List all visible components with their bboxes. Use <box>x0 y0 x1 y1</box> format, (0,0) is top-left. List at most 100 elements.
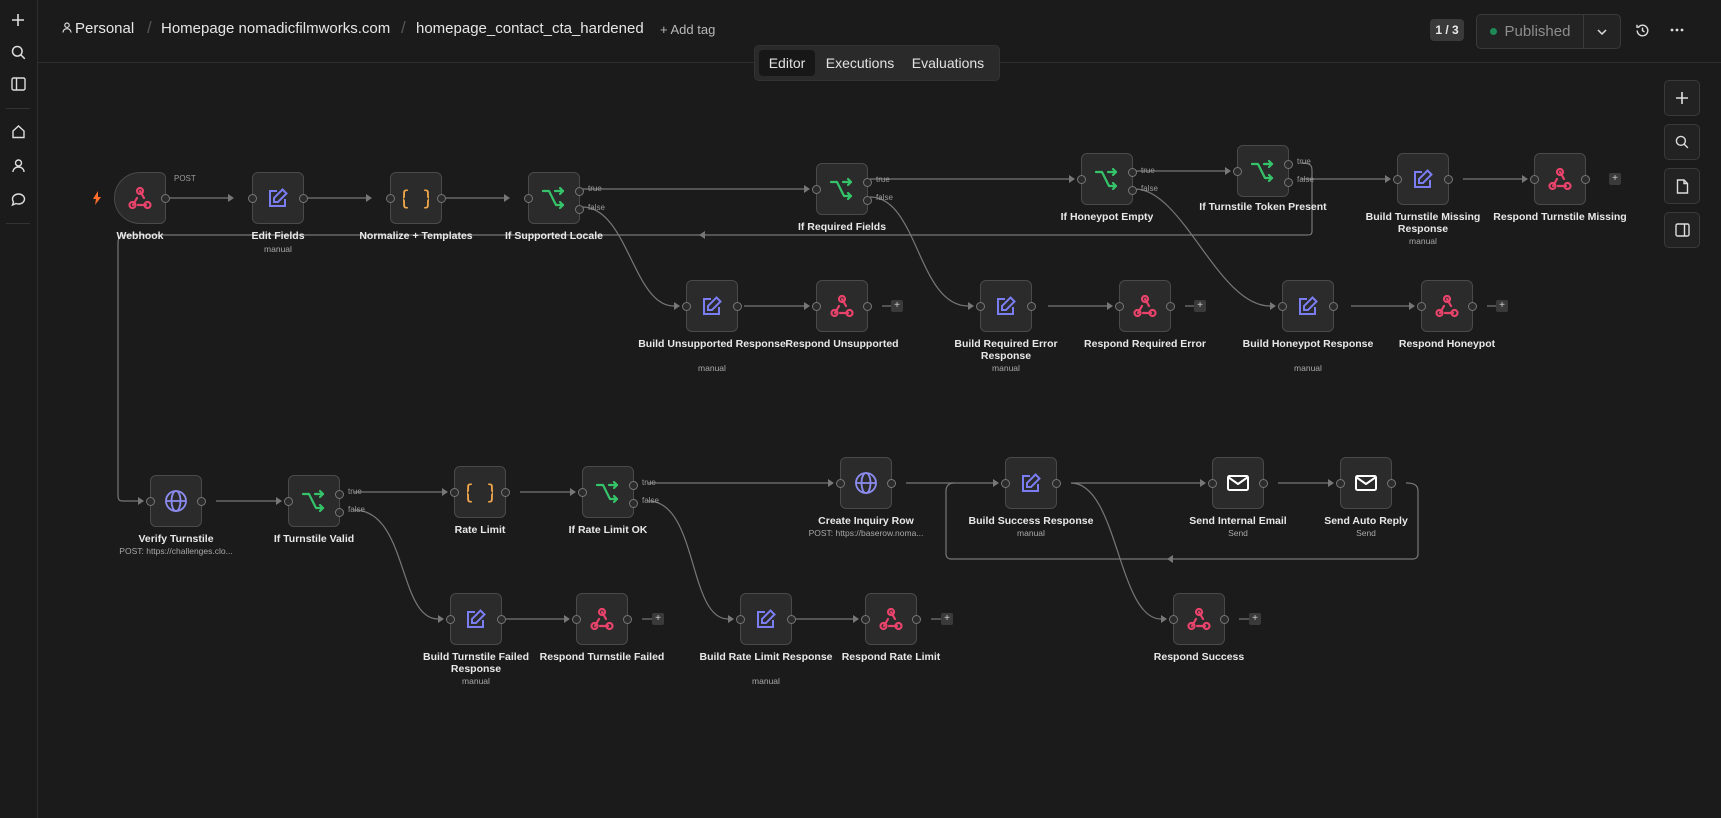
input-port[interactable] <box>976 301 985 311</box>
input-port[interactable] <box>1077 174 1086 184</box>
chat-icon[interactable] <box>7 188 29 210</box>
add-next-node-button[interactable]: + <box>1249 613 1261 625</box>
input-port[interactable] <box>524 193 533 203</box>
input-port[interactable] <box>446 614 455 624</box>
input-port[interactable] <box>812 184 821 194</box>
true-output-port[interactable] <box>629 480 638 490</box>
workflow-canvas[interactable]: POST Webhook Edit Fields manual { } Norm… <box>38 63 1721 818</box>
true-output-port[interactable] <box>335 489 344 499</box>
input-port[interactable] <box>1001 478 1010 488</box>
node-respond-unsupported[interactable] <box>812 280 872 332</box>
node-build-required-error-response[interactable] <box>976 280 1036 332</box>
node-send-internal-email[interactable] <box>1208 457 1268 509</box>
node-if-honeypot-empty[interactable] <box>1077 153 1137 205</box>
output-port[interactable] <box>1052 478 1061 488</box>
node-build-turnstile-missing-response[interactable] <box>1393 153 1453 205</box>
output-port[interactable] <box>299 193 308 203</box>
output-port[interactable] <box>497 614 506 624</box>
output-port[interactable] <box>1027 301 1036 311</box>
input-port[interactable] <box>146 496 155 506</box>
home-icon[interactable] <box>7 120 29 142</box>
true-output-port[interactable] <box>863 177 872 187</box>
input-port[interactable] <box>1115 301 1124 311</box>
node-if-supported-locale[interactable] <box>524 172 584 224</box>
node-respond-required-error[interactable] <box>1115 280 1175 332</box>
node-respond-turnstile-missing[interactable] <box>1530 153 1590 205</box>
node-if-turnstile-token-present[interactable] <box>1233 145 1293 197</box>
false-output-port[interactable] <box>335 507 344 517</box>
more-options-icon[interactable] <box>1666 19 1688 41</box>
output-port[interactable] <box>1329 301 1338 311</box>
node-build-honeypot-response[interactable] <box>1278 280 1338 332</box>
false-output-port[interactable] <box>1128 185 1137 195</box>
breadcrumb-folder[interactable]: Homepage nomadicfilmworks.com <box>161 20 390 37</box>
false-output-port[interactable] <box>629 498 638 508</box>
output-port[interactable] <box>1220 614 1229 624</box>
node-if-turnstile-valid[interactable] <box>284 475 344 527</box>
true-output-port[interactable] <box>1128 167 1137 177</box>
node-respond-success[interactable] <box>1169 593 1229 645</box>
node-webhook[interactable] <box>114 172 170 224</box>
output-port[interactable] <box>787 614 796 624</box>
node-edit-fields[interactable] <box>248 172 308 224</box>
output-port[interactable] <box>1581 174 1590 184</box>
node-build-success-response[interactable] <box>1001 457 1061 509</box>
add-next-node-button[interactable]: + <box>1194 300 1206 312</box>
input-port[interactable] <box>1393 174 1402 184</box>
input-port[interactable] <box>836 478 845 488</box>
output-port[interactable] <box>437 193 446 203</box>
node-respond-turnstile-failed[interactable] <box>572 593 632 645</box>
node-verify-turnstile[interactable] <box>146 475 206 527</box>
node-rate-limit[interactable]: { } <box>450 466 510 518</box>
false-output-port[interactable] <box>863 195 872 205</box>
output-port[interactable] <box>887 478 896 488</box>
output-port[interactable] <box>197 496 206 506</box>
input-port[interactable] <box>1417 301 1426 311</box>
output-port[interactable] <box>1468 301 1477 311</box>
add-next-node-button[interactable]: + <box>891 300 903 312</box>
output-port[interactable] <box>161 193 170 203</box>
output-port[interactable] <box>1166 301 1175 311</box>
input-port[interactable] <box>1336 478 1345 488</box>
add-next-node-button[interactable]: + <box>652 613 664 625</box>
input-port[interactable] <box>861 614 870 624</box>
plus-icon[interactable] <box>7 9 29 31</box>
input-port[interactable] <box>450 487 459 497</box>
output-port[interactable] <box>501 487 510 497</box>
false-output-port[interactable] <box>575 204 584 214</box>
history-icon[interactable] <box>1631 19 1653 41</box>
user-icon[interactable] <box>7 154 29 176</box>
input-port[interactable] <box>812 301 821 311</box>
sidebar-toggle-icon[interactable] <box>7 73 29 95</box>
output-port[interactable] <box>1259 478 1268 488</box>
breadcrumb-project[interactable]: Personal <box>62 20 134 37</box>
add-next-node-button[interactable]: + <box>1609 173 1621 185</box>
search-icon[interactable] <box>7 41 29 63</box>
add-next-node-button[interactable]: + <box>1496 300 1508 312</box>
workflow-name[interactable]: homepage_contact_cta_hardened <box>416 20 644 37</box>
node-build-rate-limit-response[interactable] <box>736 593 796 645</box>
output-port[interactable] <box>733 301 742 311</box>
true-output-port[interactable] <box>1284 159 1293 169</box>
input-port[interactable] <box>386 193 395 203</box>
input-port[interactable] <box>1233 166 1242 176</box>
node-create-inquiry-row[interactable] <box>836 457 896 509</box>
chevron-down-icon[interactable] <box>1584 15 1620 48</box>
add-tag-button[interactable]: + Add tag <box>660 22 715 37</box>
false-output-port[interactable] <box>1284 177 1293 187</box>
node-build-turnstile-failed-response[interactable] <box>446 593 506 645</box>
node-normalize-templates[interactable]: { } <box>386 172 446 224</box>
node-send-auto-reply[interactable] <box>1336 457 1396 509</box>
output-port[interactable] <box>623 614 632 624</box>
output-port[interactable] <box>1444 174 1453 184</box>
add-next-node-button[interactable]: + <box>941 613 953 625</box>
node-build-unsupported-response[interactable] <box>682 280 742 332</box>
output-port[interactable] <box>863 301 872 311</box>
input-port[interactable] <box>1530 174 1539 184</box>
true-output-port[interactable] <box>575 186 584 196</box>
input-port[interactable] <box>1169 614 1178 624</box>
output-port[interactable] <box>1387 478 1396 488</box>
node-respond-honeypot[interactable] <box>1417 280 1477 332</box>
output-port[interactable] <box>912 614 921 624</box>
input-port[interactable] <box>248 193 257 203</box>
